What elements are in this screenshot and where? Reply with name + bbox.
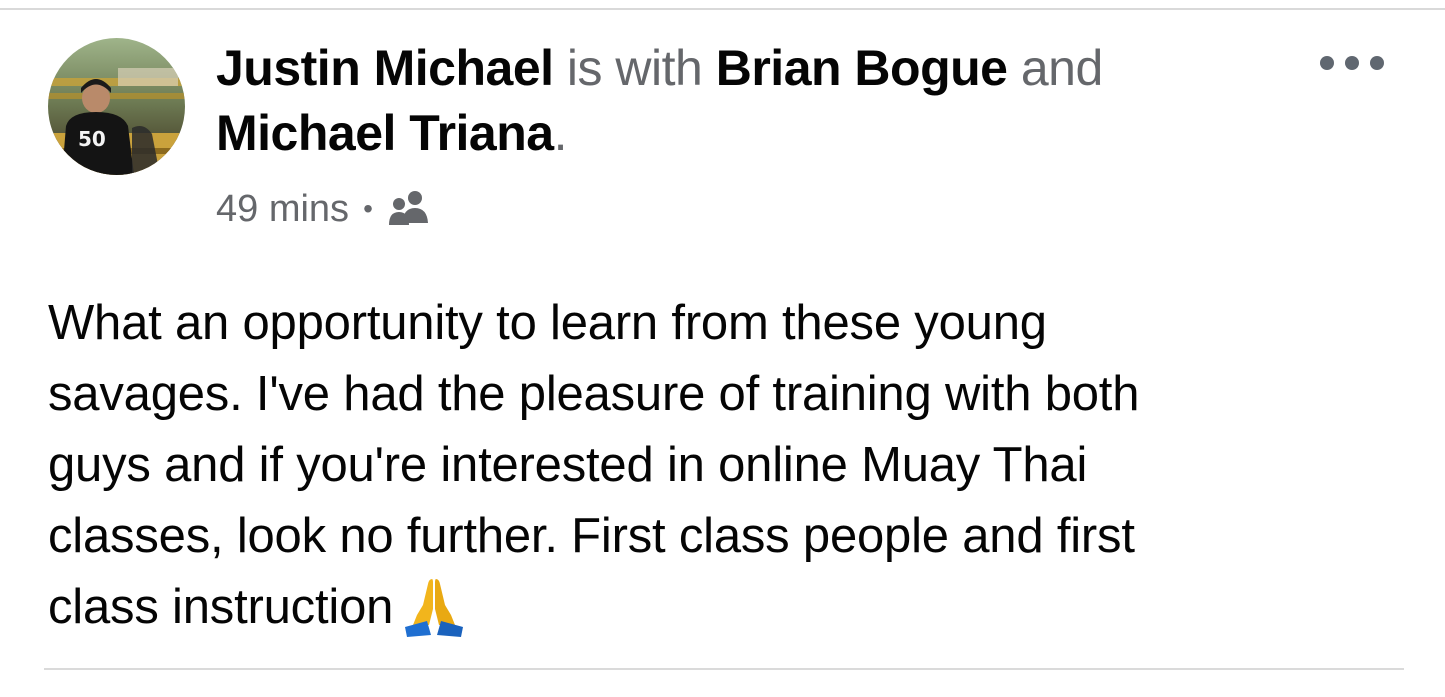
avatar-jersey-number: 50 (78, 127, 106, 151)
post-timestamp[interactable]: 49 mins (216, 188, 349, 231)
bottom-divider (44, 668, 1404, 670)
author-name-link[interactable]: Justin Michael (216, 40, 554, 96)
and-connector: and (1007, 40, 1103, 96)
more-options-icon (1320, 56, 1334, 70)
folded-hands-emoji (401, 575, 467, 637)
post-body-line: savages. I've had the pleasure of traini… (48, 367, 1140, 421)
friends-icon[interactable] (387, 189, 433, 229)
top-divider (0, 8, 1445, 10)
post-meta: 49 mins • (216, 182, 433, 236)
header-period: . (553, 105, 568, 161)
post-header: Justin Michael is with Brian Bogue and M… (216, 36, 1276, 166)
post-body-line: guys and if you're interested in online … (48, 438, 1088, 492)
with-connector: is with (553, 40, 716, 96)
tagged-user-link-2[interactable]: Michael Triana (216, 105, 554, 161)
post-body-line: classes, look no further. First class pe… (48, 509, 1135, 563)
more-options-button[interactable] (1320, 48, 1384, 78)
more-options-icon (1345, 56, 1359, 70)
meta-separator: • (363, 193, 373, 224)
author-avatar[interactable]: 50 (48, 38, 185, 175)
post-body: What an opportunity to learn from these … (48, 288, 1368, 643)
post-body-line: class instruction (48, 580, 394, 634)
avatar-photo: 50 (48, 38, 185, 175)
more-options-icon (1370, 56, 1384, 70)
post-body-line: What an opportunity to learn from these … (48, 296, 1047, 350)
tagged-user-link-1[interactable]: Brian Bogue (716, 40, 1008, 96)
